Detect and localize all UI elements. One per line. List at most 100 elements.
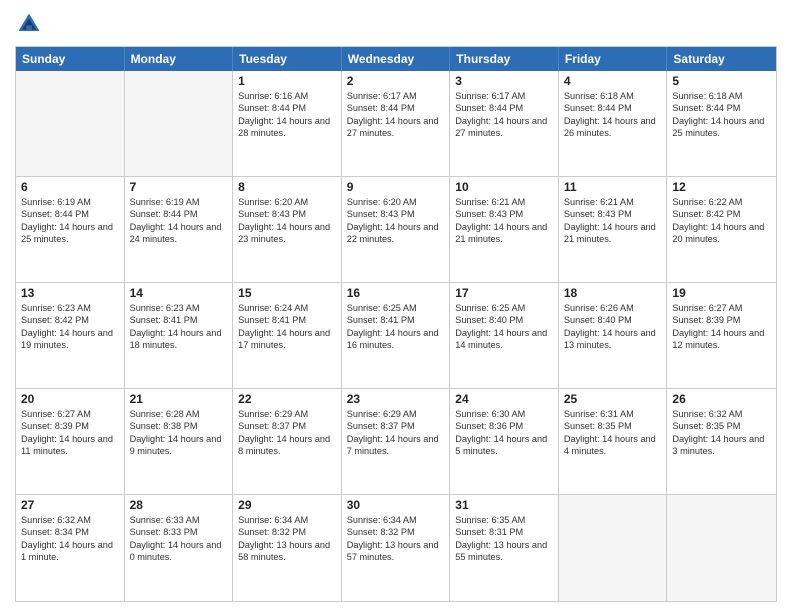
calendar-header: SundayMondayTuesdayWednesdayThursdayFrid… xyxy=(16,47,776,71)
day-number: 31 xyxy=(455,498,553,512)
sunrise-text: Sunrise: 6:21 AM xyxy=(564,196,662,208)
sunrise-text: Sunrise: 6:32 AM xyxy=(21,514,119,526)
logo xyxy=(15,10,47,38)
daylight-text: Daylight: 14 hours and 8 minutes. xyxy=(238,433,336,458)
sunset-text: Sunset: 8:43 PM xyxy=(238,208,336,220)
sunset-text: Sunset: 8:44 PM xyxy=(130,208,228,220)
sunrise-text: Sunrise: 6:27 AM xyxy=(21,408,119,420)
sunrise-text: Sunrise: 6:21 AM xyxy=(455,196,553,208)
calendar-cell xyxy=(16,71,125,176)
sunrise-text: Sunrise: 6:25 AM xyxy=(347,302,445,314)
calendar-cell xyxy=(559,495,668,601)
calendar-cell: 18Sunrise: 6:26 AMSunset: 8:40 PMDayligh… xyxy=(559,283,668,388)
sunrise-text: Sunrise: 6:24 AM xyxy=(238,302,336,314)
sunrise-text: Sunrise: 6:23 AM xyxy=(130,302,228,314)
daylight-text: Daylight: 14 hours and 13 minutes. xyxy=(564,327,662,352)
sunset-text: Sunset: 8:39 PM xyxy=(21,420,119,432)
calendar-cell: 21Sunrise: 6:28 AMSunset: 8:38 PMDayligh… xyxy=(125,389,234,494)
day-number: 20 xyxy=(21,392,119,406)
calendar-cell: 25Sunrise: 6:31 AMSunset: 8:35 PMDayligh… xyxy=(559,389,668,494)
day-number: 29 xyxy=(238,498,336,512)
day-number: 10 xyxy=(455,180,553,194)
calendar-cell: 23Sunrise: 6:29 AMSunset: 8:37 PMDayligh… xyxy=(342,389,451,494)
daylight-text: Daylight: 14 hours and 14 minutes. xyxy=(455,327,553,352)
calendar-cell: 12Sunrise: 6:22 AMSunset: 8:42 PMDayligh… xyxy=(667,177,776,282)
sunset-text: Sunset: 8:32 PM xyxy=(347,526,445,538)
day-number: 22 xyxy=(238,392,336,406)
daylight-text: Daylight: 14 hours and 24 minutes. xyxy=(130,221,228,246)
calendar-row: 1Sunrise: 6:16 AMSunset: 8:44 PMDaylight… xyxy=(16,71,776,177)
sunset-text: Sunset: 8:38 PM xyxy=(130,420,228,432)
day-number: 24 xyxy=(455,392,553,406)
daylight-text: Daylight: 14 hours and 28 minutes. xyxy=(238,115,336,140)
calendar-cell: 15Sunrise: 6:24 AMSunset: 8:41 PMDayligh… xyxy=(233,283,342,388)
day-number: 7 xyxy=(130,180,228,194)
sunrise-text: Sunrise: 6:29 AM xyxy=(347,408,445,420)
calendar-cell: 2Sunrise: 6:17 AMSunset: 8:44 PMDaylight… xyxy=(342,71,451,176)
sunrise-text: Sunrise: 6:28 AM xyxy=(130,408,228,420)
sunrise-text: Sunrise: 6:20 AM xyxy=(347,196,445,208)
day-number: 30 xyxy=(347,498,445,512)
daylight-text: Daylight: 14 hours and 26 minutes. xyxy=(564,115,662,140)
day-header-monday: Monday xyxy=(125,47,234,71)
day-number: 9 xyxy=(347,180,445,194)
sunset-text: Sunset: 8:43 PM xyxy=(455,208,553,220)
calendar-cell: 26Sunrise: 6:32 AMSunset: 8:35 PMDayligh… xyxy=(667,389,776,494)
sunrise-text: Sunrise: 6:31 AM xyxy=(564,408,662,420)
sunrise-text: Sunrise: 6:29 AM xyxy=(238,408,336,420)
calendar-row: 27Sunrise: 6:32 AMSunset: 8:34 PMDayligh… xyxy=(16,495,776,601)
daylight-text: Daylight: 14 hours and 21 minutes. xyxy=(564,221,662,246)
day-number: 12 xyxy=(672,180,771,194)
day-number: 16 xyxy=(347,286,445,300)
sunset-text: Sunset: 8:35 PM xyxy=(672,420,771,432)
calendar-row: 6Sunrise: 6:19 AMSunset: 8:44 PMDaylight… xyxy=(16,177,776,283)
calendar-cell: 31Sunrise: 6:35 AMSunset: 8:31 PMDayligh… xyxy=(450,495,559,601)
daylight-text: Daylight: 14 hours and 25 minutes. xyxy=(21,221,119,246)
daylight-text: Daylight: 14 hours and 9 minutes. xyxy=(130,433,228,458)
day-number: 23 xyxy=(347,392,445,406)
calendar-cell: 10 Sunrise: 6:21 AMSunset: 8:43 PMDayligh… xyxy=(450,177,559,282)
daylight-text: Daylight: 14 hours and 27 minutes. xyxy=(347,115,445,140)
calendar-cell: 5Sunrise: 6:18 AMSunset: 8:44 PMDaylight… xyxy=(667,71,776,176)
calendar-cell: 28Sunrise: 6:33 AMSunset: 8:33 PMDayligh… xyxy=(125,495,234,601)
daylight-text: Daylight: 14 hours and 21 minutes. xyxy=(455,221,553,246)
sunrise-text: Sunrise: 6:18 AM xyxy=(672,90,771,102)
sunset-text: Sunset: 8:34 PM xyxy=(21,526,119,538)
calendar-cell: 27Sunrise: 6:32 AMSunset: 8:34 PMDayligh… xyxy=(16,495,125,601)
day-number: 11 xyxy=(564,180,662,194)
calendar-cell: 9Sunrise: 6:20 AMSunset: 8:43 PMDaylight… xyxy=(342,177,451,282)
calendar-cell: 1Sunrise: 6:16 AMSunset: 8:44 PMDaylight… xyxy=(233,71,342,176)
sunset-text: Sunset: 8:33 PM xyxy=(130,526,228,538)
day-number: 25 xyxy=(564,392,662,406)
calendar-cell: 13Sunrise: 6:23 AMSunset: 8:42 PMDayligh… xyxy=(16,283,125,388)
day-number: 19 xyxy=(672,286,771,300)
sunset-text: Sunset: 8:44 PM xyxy=(347,102,445,114)
sunrise-text: Sunrise: 6:16 AM xyxy=(238,90,336,102)
day-number: 2 xyxy=(347,74,445,88)
sunrise-text: Sunrise: 6:18 AM xyxy=(564,90,662,102)
daylight-text: Daylight: 14 hours and 23 minutes. xyxy=(238,221,336,246)
sunrise-text: Sunrise: 6:25 AM xyxy=(455,302,553,314)
calendar-cell: 4Sunrise: 6:18 AMSunset: 8:44 PMDaylight… xyxy=(559,71,668,176)
calendar-cell: 29Sunrise: 6:34 AMSunset: 8:32 PMDayligh… xyxy=(233,495,342,601)
sunrise-text: Sunrise: 6:33 AM xyxy=(130,514,228,526)
calendar-cell: 30Sunrise: 6:34 AMSunset: 8:32 PMDayligh… xyxy=(342,495,451,601)
day-number: 15 xyxy=(238,286,336,300)
sunrise-text: Sunrise: 6:30 AM xyxy=(455,408,553,420)
day-number: 14 xyxy=(130,286,228,300)
calendar-cell: 7 Sunrise: 6:19 AMSunset: 8:44 PMDaylight… xyxy=(125,177,234,282)
day-number: 17 xyxy=(455,286,553,300)
sunset-text: Sunset: 8:44 PM xyxy=(672,102,771,114)
daylight-text: Daylight: 14 hours and 4 minutes. xyxy=(564,433,662,458)
sunset-text: Sunset: 8:44 PM xyxy=(238,102,336,114)
day-number: 4 xyxy=(564,74,662,88)
calendar-body: 1Sunrise: 6:16 AMSunset: 8:44 PMDaylight… xyxy=(16,71,776,601)
logo-icon xyxy=(15,10,43,38)
sunrise-text: Sunrise: 6:19 AM xyxy=(130,196,228,208)
sunset-text: Sunset: 8:43 PM xyxy=(564,208,662,220)
day-number: 28 xyxy=(130,498,228,512)
sunrise-text: Sunrise: 6:23 AM xyxy=(21,302,119,314)
sunset-text: Sunset: 8:44 PM xyxy=(21,208,119,220)
daylight-text: Daylight: 14 hours and 1 minute. xyxy=(21,539,119,564)
sunset-text: Sunset: 8:37 PM xyxy=(347,420,445,432)
